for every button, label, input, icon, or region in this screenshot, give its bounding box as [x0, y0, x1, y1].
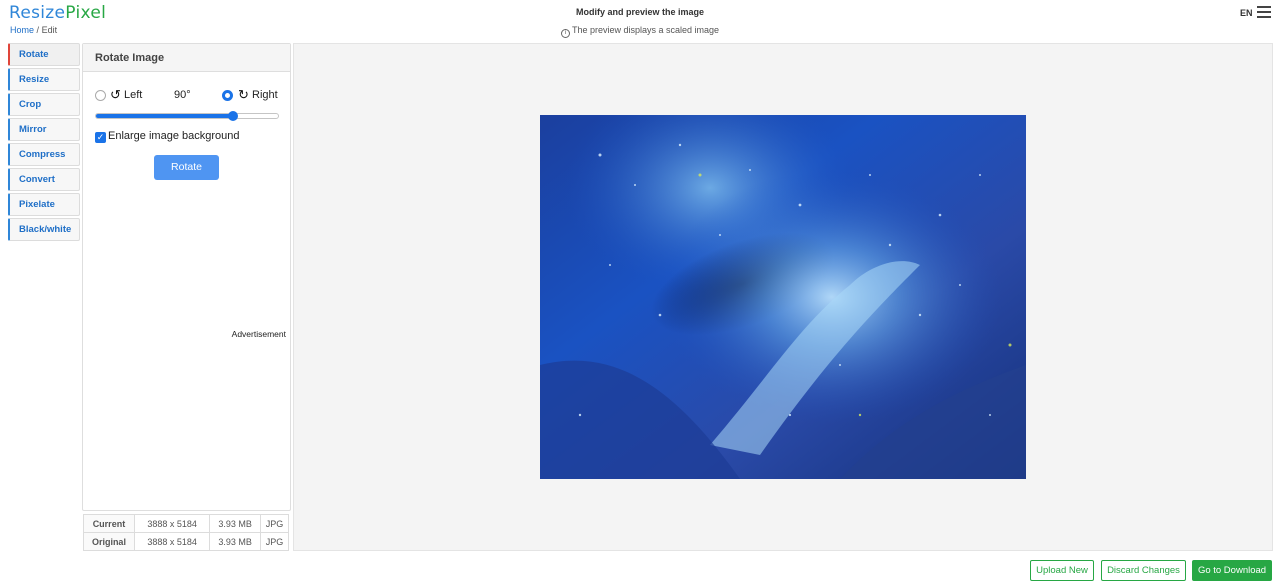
- discard-changes-button[interactable]: Discard Changes: [1101, 560, 1186, 581]
- image-preview-area: [293, 43, 1273, 551]
- sidebar-item-convert[interactable]: Convert: [8, 168, 80, 191]
- language-selector[interactable]: EN: [1240, 8, 1253, 18]
- rotation-slider-fill: [96, 114, 233, 118]
- rotate-left-radio[interactable]: [95, 90, 106, 101]
- sidebar-item-mirror[interactable]: Mirror: [8, 118, 80, 141]
- current-dimensions: 3888 x 5184: [133, 514, 211, 533]
- rotation-degrees: 90°: [174, 89, 191, 101]
- panel-heading: Rotate Image: [83, 44, 290, 72]
- tool-sidebar: Rotate Resize Crop Mirror Compress Conve…: [8, 43, 80, 243]
- rotation-slider-handle[interactable]: [227, 111, 238, 121]
- sidebar-item-crop[interactable]: Crop: [8, 93, 80, 116]
- row-label-original: Original: [83, 532, 135, 551]
- original-dimensions: 3888 x 5184: [133, 532, 211, 551]
- sidebar-item-compress[interactable]: Compress: [8, 143, 80, 166]
- table-row: Current 3888 x 5184 3.93 MB JPG: [83, 514, 290, 533]
- page-title: Modify and preview the image: [575, 7, 705, 17]
- rotate-right-label: Right: [252, 89, 278, 101]
- hamburger-menu-icon[interactable]: [1257, 6, 1271, 18]
- original-format: JPG: [259, 532, 290, 551]
- current-format: JPG: [259, 514, 290, 533]
- current-file-size: 3.93 MB: [209, 514, 261, 533]
- sidebar-item-black-white[interactable]: Black/white: [8, 218, 80, 241]
- image-info-table: Current 3888 x 5184 3.93 MB JPG Original…: [83, 514, 290, 551]
- sidebar-item-pixelate[interactable]: Pixelate: [8, 193, 80, 216]
- advertisement-label: Advertisement: [231, 329, 286, 339]
- enlarge-background-option[interactable]: ✓ Enlarge image background: [95, 130, 239, 143]
- header: ResizePixel Home / Edit Modify and previ…: [0, 0, 1280, 42]
- rotate-left-icon: ↺: [110, 87, 121, 102]
- sidebar-item-resize[interactable]: Resize: [8, 68, 80, 91]
- table-row: Original 3888 x 5184 3.93 MB JPG: [83, 532, 290, 551]
- info-icon: i: [560, 29, 570, 38]
- upload-new-button[interactable]: Upload New: [1030, 560, 1094, 581]
- rotate-right-radio[interactable]: [222, 90, 233, 101]
- sidebar-item-rotate[interactable]: Rotate: [8, 43, 80, 66]
- enlarge-background-checkbox[interactable]: ✓: [95, 132, 106, 143]
- row-label-current: Current: [83, 514, 135, 533]
- rotate-button[interactable]: Rotate: [154, 155, 219, 180]
- page-subtitle-text: The preview displays a scaled image: [571, 25, 720, 35]
- original-file-size: 3.93 MB: [209, 532, 261, 551]
- rotate-panel: Rotate Image ↺ Left 90° ↻ Right ✓ Enlarge…: [82, 43, 291, 511]
- preview-image: [540, 115, 1026, 479]
- page-subtitle: i The preview displays a scaled image: [0, 25, 1280, 38]
- go-to-download-button[interactable]: Go to Download: [1192, 560, 1272, 581]
- rotate-right-icon: ↻: [238, 87, 249, 102]
- enlarge-background-label: Enlarge image background: [108, 130, 240, 142]
- rotation-slider[interactable]: [95, 111, 279, 121]
- rotation-direction-row: ↺ Left 90° ↻ Right: [95, 87, 280, 103]
- rotate-left-label: Left: [124, 89, 143, 101]
